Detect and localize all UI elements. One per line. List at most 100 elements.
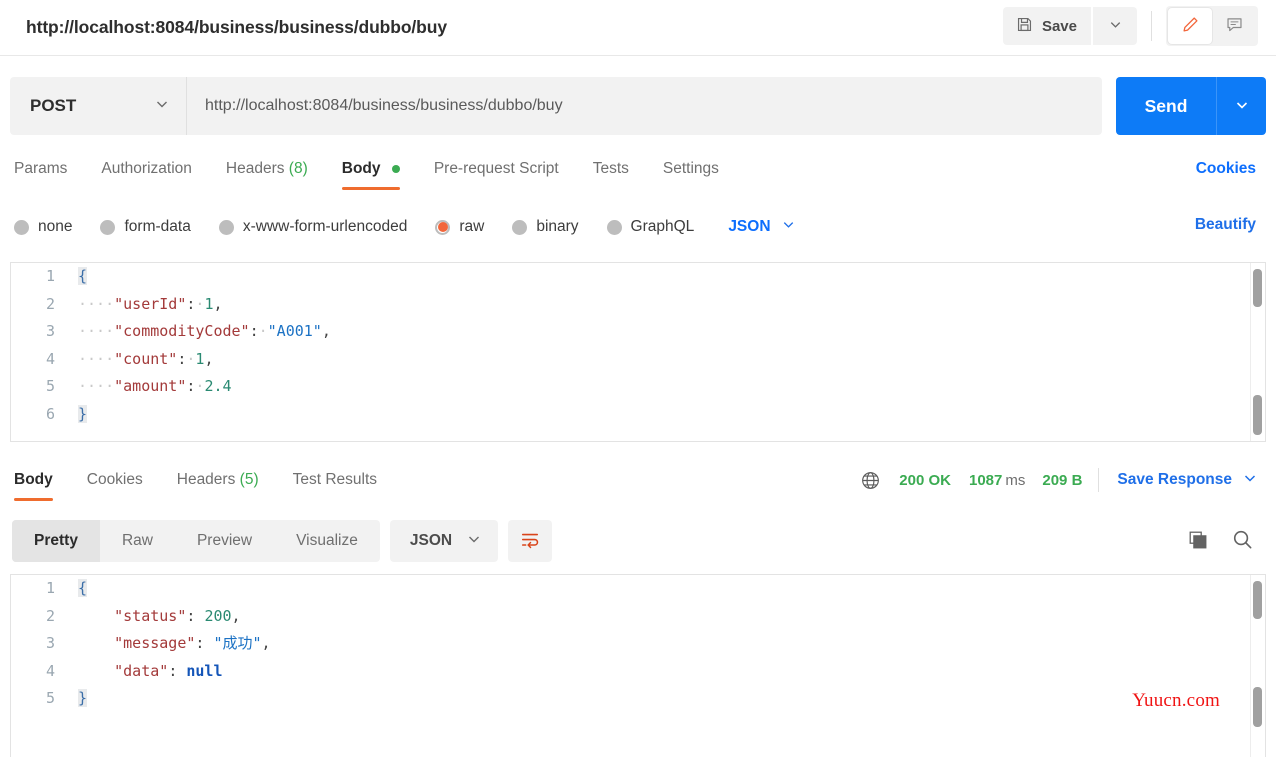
tab-params[interactable]: Params bbox=[14, 154, 67, 190]
code-text: ····"userId":·1, bbox=[78, 294, 223, 313]
response-time-value: 1087 bbox=[969, 471, 1003, 489]
send-button[interactable]: Send bbox=[1116, 77, 1216, 135]
send-button-group: Send bbox=[1116, 77, 1266, 135]
chevron-down-icon bbox=[1234, 97, 1250, 116]
response-tools-right bbox=[1187, 528, 1254, 556]
response-scrollbar-thumb-top[interactable] bbox=[1253, 581, 1262, 619]
code-text: { bbox=[78, 267, 88, 285]
response-toolbar: Pretty Raw Preview Visualize JSON bbox=[12, 520, 553, 562]
line-number: 3 bbox=[45, 634, 55, 652]
code-line: 1 { bbox=[11, 575, 1265, 603]
response-scrollbar-thumb-bottom[interactable] bbox=[1253, 687, 1262, 727]
radio-icon bbox=[512, 219, 528, 235]
body-type-form-data[interactable]: form-data bbox=[100, 218, 191, 236]
chevron-down-icon bbox=[1242, 470, 1258, 490]
code-line: 6 } bbox=[11, 401, 1265, 429]
response-view-preview[interactable]: Preview bbox=[175, 520, 274, 562]
code-text: } bbox=[78, 689, 88, 707]
body-type-binary[interactable]: binary bbox=[512, 218, 579, 236]
response-code[interactable]: 1 { 2 "status": 200, 3 "message": "成功", … bbox=[11, 575, 1265, 713]
tab-label: Authorization bbox=[101, 160, 192, 177]
body-type-label: x-www-form-urlencoded bbox=[242, 218, 408, 235]
body-type-none[interactable]: none bbox=[14, 218, 72, 236]
body-type-raw[interactable]: raw bbox=[435, 218, 484, 236]
tab-label: Test Results bbox=[292, 471, 378, 488]
response-body-editor[interactable]: 1 { 2 "status": 200, 3 "message": "成功", … bbox=[10, 574, 1266, 757]
chevron-down-icon bbox=[466, 531, 482, 552]
code-text: "message": "成功", bbox=[114, 634, 271, 652]
chevron-down-icon bbox=[154, 96, 170, 117]
code-line: 3 "message": "成功", bbox=[11, 630, 1265, 658]
response-meta: 200 OK 1087 ms 209 B Save Response bbox=[860, 468, 1258, 492]
url-input[interactable]: http://localhost:8084/business/business/… bbox=[186, 77, 1102, 135]
line-number: 2 bbox=[45, 606, 55, 625]
body-type-graphql[interactable]: GraphQL bbox=[606, 218, 694, 236]
response-tab-test-results[interactable]: Test Results bbox=[293, 465, 377, 501]
body-type-label: raw bbox=[459, 218, 485, 235]
response-format-selector[interactable]: JSON bbox=[389, 520, 499, 562]
line-number: 4 bbox=[45, 349, 55, 368]
copy-icon bbox=[1187, 531, 1209, 555]
beautify-button[interactable]: Beautify bbox=[1195, 216, 1256, 234]
tab-body[interactable]: Body bbox=[341, 154, 400, 190]
response-size: 209 B bbox=[1042, 471, 1083, 489]
body-type-label: none bbox=[38, 218, 73, 235]
radio-icon bbox=[14, 219, 29, 235]
url-bar: POST http://localhost:8084/business/busi… bbox=[10, 77, 1266, 135]
code-text: ····"amount":·2.4 bbox=[78, 377, 232, 395]
tab-pre-request-script[interactable]: Pre-request Script bbox=[434, 154, 559, 190]
method-label: POST bbox=[30, 96, 77, 115]
response-tab-cookies[interactable]: Cookies bbox=[87, 465, 143, 501]
code-line: 2 "status": 200, bbox=[11, 603, 1265, 631]
wrap-lines-button[interactable] bbox=[508, 520, 553, 562]
wrap-lines-icon bbox=[519, 530, 541, 553]
request-tabs: Params Authorization Headers (8) Body Pr… bbox=[0, 152, 1276, 192]
save-response-caret-button[interactable] bbox=[1242, 470, 1258, 490]
tab-tests[interactable]: Tests bbox=[593, 154, 629, 190]
tab-settings[interactable]: Settings bbox=[663, 154, 719, 190]
cookies-link[interactable]: Cookies bbox=[1196, 160, 1256, 178]
request-scrollbar-thumb-bottom[interactable] bbox=[1253, 395, 1262, 435]
response-view-raw[interactable]: Raw bbox=[100, 520, 175, 562]
line-number: 6 bbox=[45, 404, 55, 423]
copy-button[interactable] bbox=[1187, 529, 1209, 556]
response-view-pretty[interactable]: Pretty bbox=[12, 520, 100, 562]
tab-label: Headers bbox=[176, 471, 236, 488]
line-number: 4 bbox=[45, 661, 55, 680]
send-options-button[interactable] bbox=[1216, 77, 1266, 135]
search-button[interactable] bbox=[1231, 528, 1254, 556]
save-options-button[interactable] bbox=[1093, 7, 1137, 45]
code-text: { bbox=[78, 579, 88, 597]
response-tab-body[interactable]: Body bbox=[14, 465, 53, 501]
code-line: 1 { bbox=[11, 263, 1265, 291]
save-button[interactable]: Save bbox=[1002, 7, 1091, 45]
comments-button[interactable] bbox=[1212, 8, 1256, 44]
line-number: 5 bbox=[45, 689, 55, 707]
request-scrollbar-thumb-top[interactable] bbox=[1253, 269, 1262, 307]
tab-label: Settings bbox=[662, 160, 719, 177]
response-tab-headers[interactable]: Headers (5) bbox=[177, 465, 259, 501]
request-format-selector[interactable]: JSON bbox=[728, 217, 795, 237]
response-view-visualize[interactable]: Visualize bbox=[274, 520, 380, 562]
tab-count: (5) bbox=[239, 471, 259, 488]
edit-request-button[interactable] bbox=[1168, 8, 1212, 44]
request-body-editor[interactable]: 1 { 2 ····"userId":·1, 3 ····"commodityC… bbox=[10, 262, 1266, 442]
code-text: ····"count":·1, bbox=[78, 349, 214, 368]
save-response-button[interactable]: Save Response bbox=[1117, 471, 1232, 489]
code-line: 2 ····"userId":·1, bbox=[11, 291, 1265, 319]
chevron-down-icon bbox=[1108, 17, 1123, 35]
request-code[interactable]: 1 { 2 ····"userId":·1, 3 ····"commodityC… bbox=[11, 263, 1265, 428]
line-number: 1 bbox=[45, 579, 55, 597]
body-type-x-www-form-urlencoded[interactable]: x-www-form-urlencoded bbox=[218, 218, 408, 236]
chevron-down-icon bbox=[781, 217, 796, 237]
method-selector[interactable]: POST bbox=[10, 77, 186, 135]
tab-label: Body bbox=[14, 471, 53, 488]
tab-authorization[interactable]: Authorization bbox=[101, 154, 191, 190]
tab-label: Body bbox=[341, 160, 381, 177]
code-text: ····"commodityCode":·"A001", bbox=[78, 322, 331, 340]
code-line: 4 "data": null bbox=[11, 658, 1265, 686]
meta-divider bbox=[1098, 468, 1100, 492]
tab-headers[interactable]: Headers (8) bbox=[226, 154, 308, 190]
tab-label: Params bbox=[14, 160, 68, 177]
tab-label: Tests bbox=[592, 160, 629, 177]
